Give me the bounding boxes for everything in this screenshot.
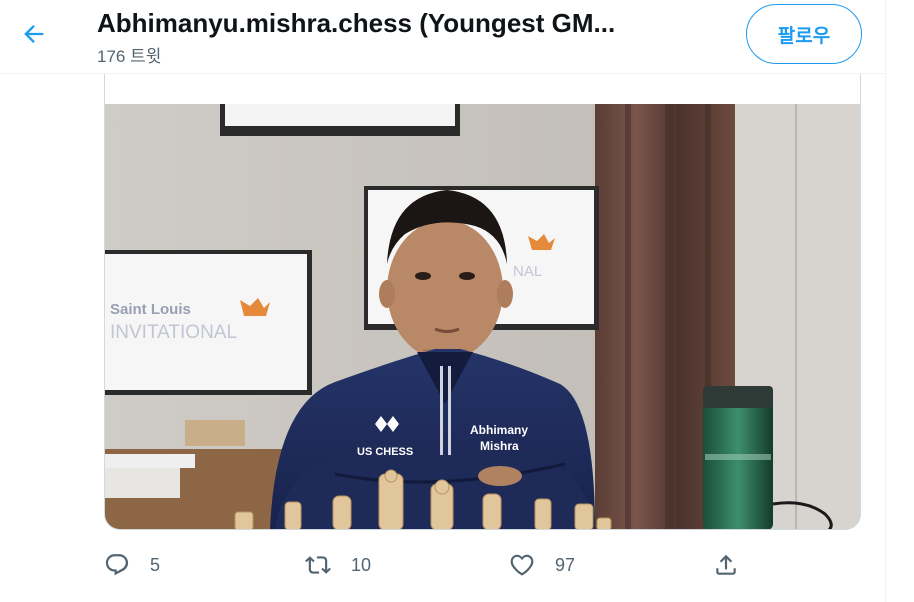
like-count: 97 xyxy=(555,554,576,575)
tv-left-text: Saint Louis xyxy=(110,301,191,318)
reply-count: 5 xyxy=(150,554,161,575)
jacket-name-line1: Abhimany xyxy=(470,423,528,437)
profile-name: Abhimanyu.mishra.chess (Youngest GM... xyxy=(97,8,616,38)
retweet-count: 10 xyxy=(351,554,372,575)
reply-button[interactable]: 5 xyxy=(104,545,160,585)
tweet-media-card[interactable]: Saint Louis INVITATIONAL NAL US CHESS Ab… xyxy=(104,74,861,530)
tweet-count: 176 트윗 xyxy=(97,47,162,66)
tweet-photo[interactable]: Saint Louis INVITATIONAL NAL US CHESS Ab… xyxy=(105,104,860,529)
like-icon xyxy=(510,554,534,576)
like-button[interactable]: 97 xyxy=(509,545,575,585)
jacket-logo-text: US CHESS xyxy=(357,446,413,458)
tweet-actions: 5 10 97 xyxy=(0,545,885,585)
profile-header: Abhimanyu.mishra.chess (Youngest GM... 1… xyxy=(0,0,885,74)
follow-button[interactable]: 팔로우 xyxy=(746,4,862,64)
share-icon xyxy=(716,554,736,575)
tv-center-text: NAL xyxy=(513,263,542,280)
retweet-icon xyxy=(305,556,331,574)
tv-left-subtext: INVITATIONAL xyxy=(110,322,237,343)
retweet-button[interactable]: 10 xyxy=(305,545,371,585)
back-button[interactable] xyxy=(14,14,54,54)
jacket-name-line2: Mishra xyxy=(480,439,519,453)
timeline-border xyxy=(885,0,886,602)
back-arrow-icon xyxy=(24,25,44,43)
photo-illustration: Saint Louis INVITATIONAL NAL US CHESS Ab… xyxy=(105,104,860,529)
share-button[interactable] xyxy=(713,545,739,585)
reply-icon xyxy=(105,554,129,576)
